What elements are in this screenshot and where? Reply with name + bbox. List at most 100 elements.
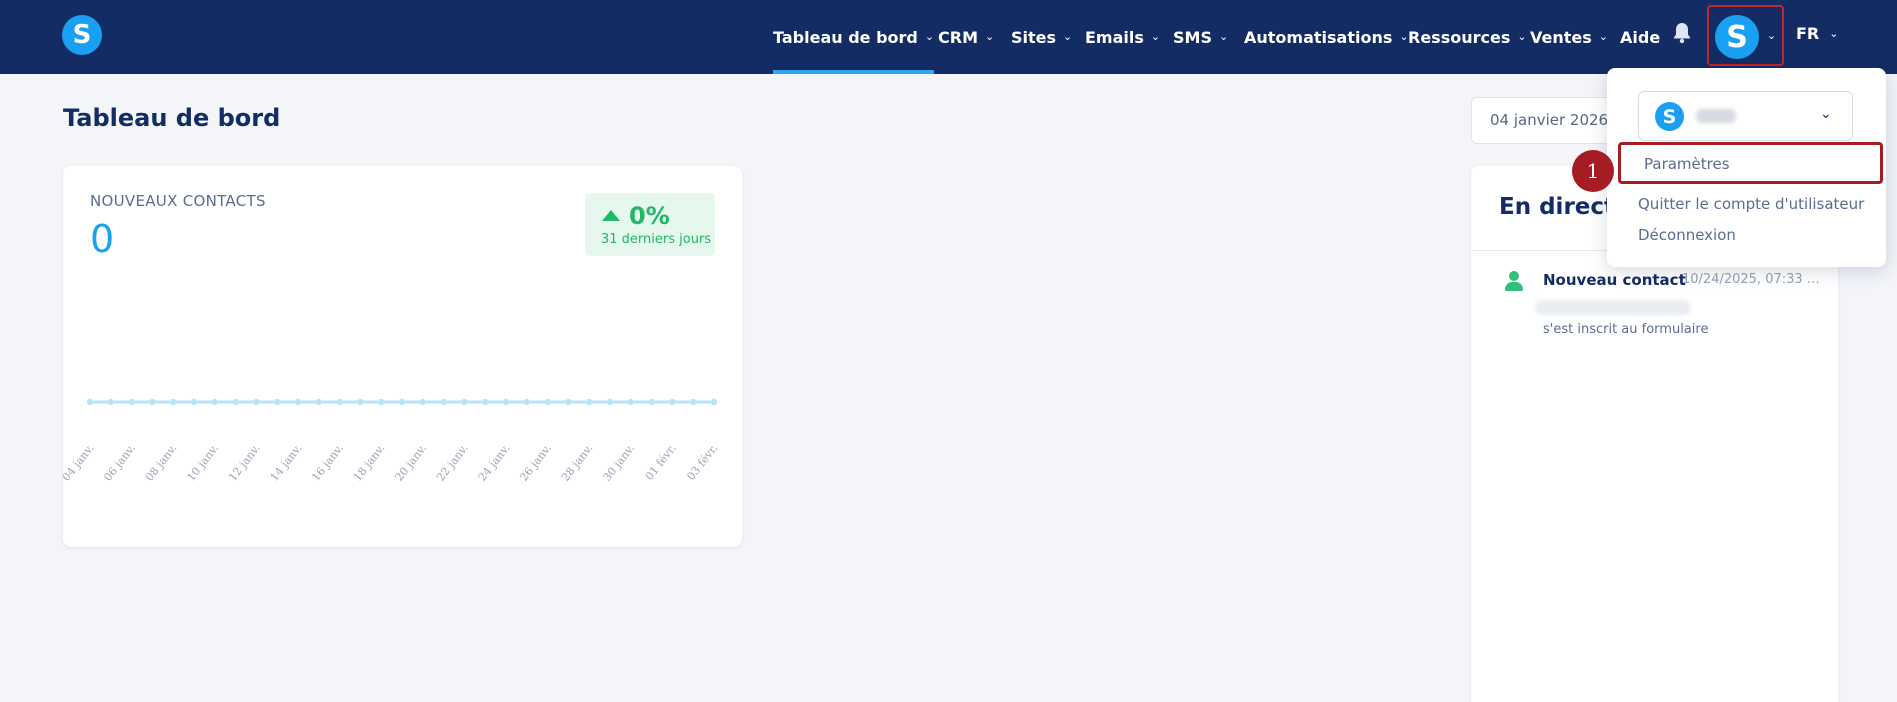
nav-item-emails[interactable]: Emails ⌄ <box>1085 0 1160 74</box>
logout-menu-item[interactable]: Déconnexion <box>1638 226 1736 244</box>
data-point[interactable] <box>253 398 260 406</box>
nav-item-ventes[interactable]: Ventes ⌄ <box>1530 0 1608 74</box>
x-tick-label: 22 janv. <box>434 442 471 484</box>
person-icon <box>1504 270 1524 292</box>
data-point[interactable] <box>294 398 302 406</box>
chevron-down-icon: ⌄ <box>1829 26 1839 40</box>
data-point[interactable] <box>419 398 426 406</box>
data-point[interactable] <box>461 398 468 406</box>
x-tick-label: 24 janv. <box>476 442 513 484</box>
nav-item-automatisations[interactable]: Automatisations ⌄ <box>1244 0 1409 74</box>
data-point[interactable] <box>710 398 718 406</box>
x-tick-label: 04 janv. <box>63 442 96 484</box>
x-tick-label: 03 févr. <box>684 442 720 483</box>
nav-item-ressources[interactable]: Ressources ⌄ <box>1408 0 1527 74</box>
data-point[interactable] <box>170 398 177 406</box>
data-point[interactable] <box>357 398 364 406</box>
data-point[interactable] <box>669 398 676 406</box>
nav-item-label: Ressources <box>1408 27 1511 47</box>
data-point[interactable] <box>190 398 198 406</box>
nav-item-label: Aide <box>1620 27 1661 47</box>
nav-item-label: Tableau de bord <box>773 27 918 47</box>
x-tick-label: 26 janv. <box>517 442 554 484</box>
nav-item-crm[interactable]: CRM ⌄ <box>938 0 994 74</box>
person-icon-body <box>1505 282 1523 291</box>
event-time: 10/24/2025, 07:33 … <box>1682 272 1820 287</box>
live-panel-title: En direct <box>1499 194 1616 220</box>
x-tick-label: 12 janv. <box>226 442 263 484</box>
person-icon-head <box>1509 271 1519 281</box>
bell-icon-graphic <box>1674 23 1690 44</box>
user-dropdown-menu: S ⌄ Paramètres Quitter le compte d'utili… <box>1607 68 1886 267</box>
data-point[interactable] <box>211 398 218 406</box>
chevron-down-icon: ⌄ <box>1150 29 1161 43</box>
x-tick-label: 06 janv. <box>101 442 138 484</box>
x-tick-label: 20 janv. <box>392 442 429 484</box>
nav-item-label: Ventes <box>1530 27 1592 47</box>
data-point[interactable] <box>544 398 551 406</box>
data-point[interactable] <box>107 398 114 406</box>
x-tick-label: 08 janv. <box>143 442 180 484</box>
data-point[interactable] <box>586 398 593 406</box>
nav-item-sms[interactable]: SMS ⌄ <box>1173 0 1228 74</box>
chevron-down-icon: ⌄ <box>984 29 995 43</box>
data-point[interactable] <box>627 398 634 406</box>
data-point[interactable] <box>440 398 447 406</box>
bell-icon[interactable] <box>1671 21 1693 45</box>
new-contacts-card: NOUVEAUX CONTACTS 0 0% 31 derniers jours… <box>63 166 742 547</box>
data-point[interactable] <box>315 398 322 406</box>
data-point[interactable] <box>482 398 489 406</box>
redacted-account-name <box>1696 109 1736 123</box>
account-switcher[interactable]: S ⌄ <box>1638 91 1853 141</box>
data-point[interactable] <box>648 398 655 406</box>
nav-item-label: Emails <box>1085 27 1144 47</box>
settings-menu-item[interactable]: Paramètres <box>1618 142 1883 184</box>
x-tick-label: 14 janv. <box>268 442 305 484</box>
event-title[interactable]: Nouveau contact <box>1543 271 1686 289</box>
step-number-badge: 1 <box>1572 150 1614 192</box>
language-selector[interactable]: FR ⌄ <box>1796 0 1838 66</box>
nav-item-label: Automatisations <box>1244 27 1393 47</box>
x-tick-label: 18 janv. <box>351 442 388 484</box>
nav-item-aide[interactable]: Aide <box>1620 0 1660 74</box>
page-title: Tableau de bord <box>63 104 281 132</box>
x-tick-label: 01 févr. <box>643 442 679 483</box>
nav-item-tableau-de-bord[interactable]: Tableau de bord ⌄ <box>773 0 935 74</box>
chevron-down-icon: ⌄ <box>1517 29 1527 43</box>
chevron-down-icon: ⌄ <box>1598 29 1608 43</box>
user-menu-button[interactable]: S ⌄ <box>1707 5 1784 66</box>
data-point[interactable] <box>690 398 697 406</box>
nav-item-sites[interactable]: Sites ⌄ <box>1011 0 1072 74</box>
nav-item-label: SMS <box>1173 27 1212 47</box>
avatar: S <box>1655 102 1684 131</box>
data-point[interactable] <box>336 398 343 406</box>
top-navigation-bar: S Tableau de bord ⌄ CRM ⌄ Sites ⌄ Emails… <box>0 0 1897 74</box>
data-point[interactable] <box>232 398 239 406</box>
chevron-down-icon: ⌄ <box>1063 29 1073 43</box>
data-point[interactable] <box>378 398 385 406</box>
avatar: S <box>1715 15 1759 59</box>
x-tick-label: 28 janv. <box>559 442 596 484</box>
data-point[interactable] <box>149 398 156 406</box>
x-tick-label: 10 janv. <box>184 442 221 484</box>
data-point[interactable] <box>86 398 94 406</box>
x-tick-label: 16 janv. <box>309 442 346 484</box>
redacted-contact-name <box>1535 300 1691 315</box>
data-point[interactable] <box>398 398 406 406</box>
chevron-down-icon: ⌄ <box>1218 29 1229 43</box>
contacts-line-chart: 04 janv. 06 janv. 08 janv. 10 janv. 12 janv.… <box>63 398 720 484</box>
data-point[interactable] <box>274 398 281 406</box>
data-point[interactable] <box>606 398 614 406</box>
data-point[interactable] <box>128 398 135 406</box>
switch-user-menu-item[interactable]: Quitter le compte d'utilisateur <box>1638 195 1864 213</box>
chevron-down-icon: ⌄ <box>1767 29 1777 42</box>
nav-item-label: Sites <box>1011 27 1057 47</box>
nav-item-label: CRM <box>938 27 978 47</box>
event-description: s'est inscrit au formulaire <box>1543 322 1709 337</box>
data-point[interactable] <box>565 398 572 406</box>
chevron-down-icon: ⌄ <box>1820 106 1832 122</box>
chevron-down-icon: ⌄ <box>924 29 935 43</box>
brand-logo[interactable]: S <box>62 15 102 55</box>
data-point[interactable] <box>502 398 510 406</box>
data-point[interactable] <box>523 398 530 406</box>
